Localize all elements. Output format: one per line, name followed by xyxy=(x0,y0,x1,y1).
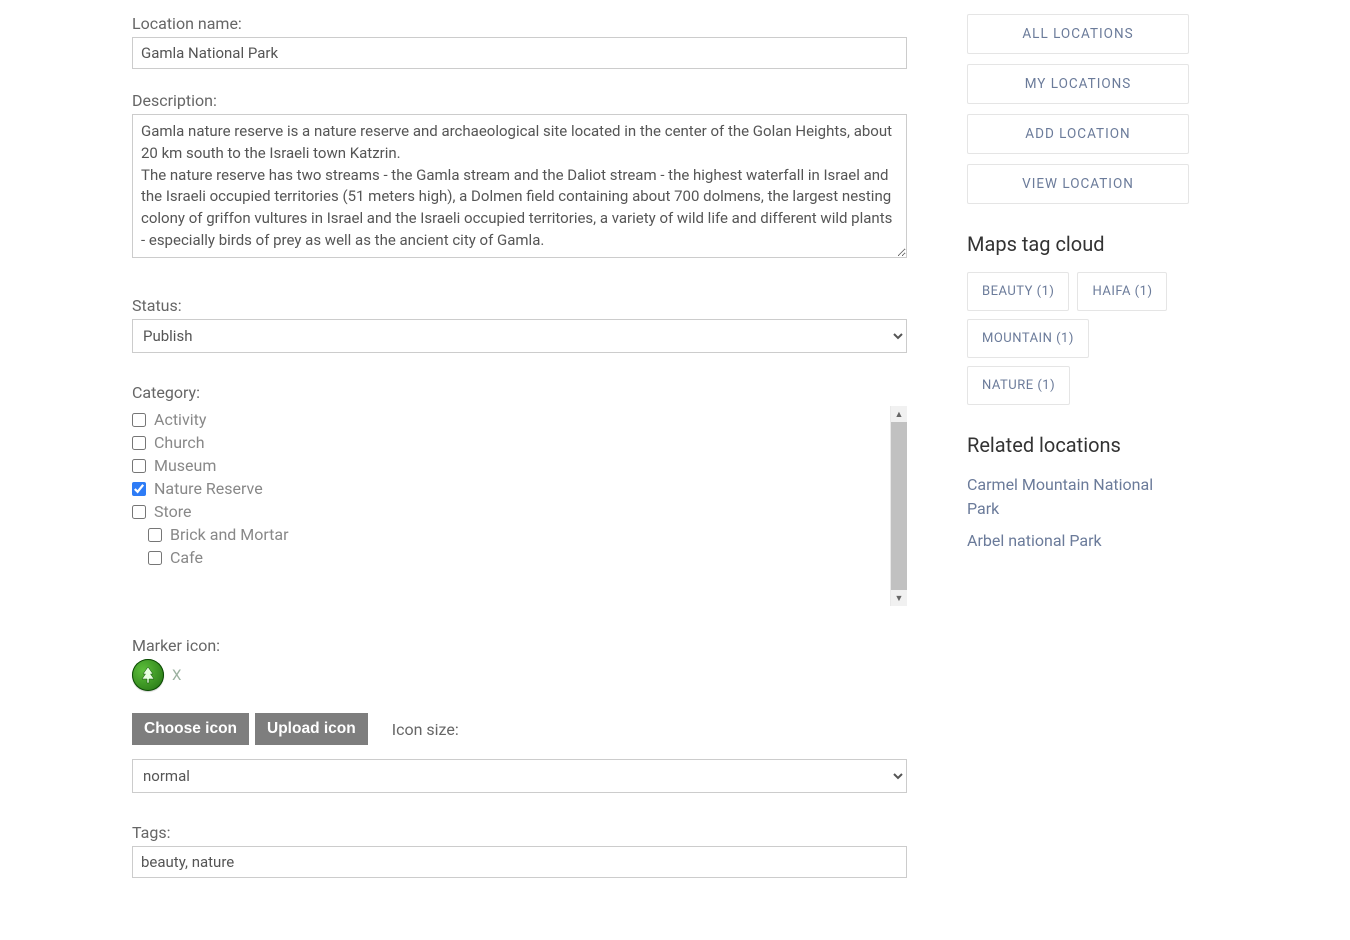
category-item[interactable]: Brick and Mortar xyxy=(132,523,907,546)
category-checkbox[interactable] xyxy=(148,551,162,565)
category-label: Category: xyxy=(132,383,907,402)
related-location-link[interactable]: Arbel national Park xyxy=(967,529,1189,553)
tree-marker-icon[interactable] xyxy=(132,659,164,691)
related-location-link[interactable]: Carmel Mountain National Park xyxy=(967,473,1189,521)
location-name-label: Location name: xyxy=(132,14,907,33)
tag-chip[interactable]: HAIFA (1) xyxy=(1077,272,1167,311)
icon-size-select[interactable]: normal xyxy=(132,759,907,793)
category-item[interactable]: Church xyxy=(132,431,907,454)
scroll-down-arrow-icon[interactable]: ▼ xyxy=(891,590,907,606)
sidebar-nav-button[interactable]: ALL LOCATIONS xyxy=(967,14,1189,54)
status-select[interactable]: Publish xyxy=(132,319,907,353)
status-label: Status: xyxy=(132,296,907,315)
category-checkbox[interactable] xyxy=(148,528,162,542)
category-checkbox[interactable] xyxy=(132,505,146,519)
category-item-label: Brick and Mortar xyxy=(170,525,289,544)
category-list-container: Activity Church Museum Nature Reserve Store B… xyxy=(132,406,907,606)
scroll-thumb[interactable] xyxy=(891,422,907,590)
description-textarea[interactable]: Gamla nature reserve is a nature reserve… xyxy=(132,114,907,258)
category-item[interactable]: Activity xyxy=(132,408,907,431)
related-heading: Related locations xyxy=(967,433,1189,457)
sidebar-nav-button[interactable]: VIEW LOCATION xyxy=(967,164,1189,204)
category-checkbox[interactable] xyxy=(132,436,146,450)
category-item[interactable]: Nature Reserve xyxy=(132,477,907,500)
tag-chip[interactable]: BEAUTY (1) xyxy=(967,272,1069,311)
category-checkbox[interactable] xyxy=(132,413,146,427)
category-item-label: Church xyxy=(154,433,205,452)
tags-label: Tags: xyxy=(132,823,907,842)
category-item-label: Activity xyxy=(154,410,206,429)
tags-input[interactable] xyxy=(132,846,907,878)
category-checkbox[interactable] xyxy=(132,482,146,496)
sidebar-nav-button[interactable]: MY LOCATIONS xyxy=(967,64,1189,104)
remove-marker-button[interactable]: X xyxy=(172,666,181,684)
category-item-label: Nature Reserve xyxy=(154,479,263,498)
category-item-label: Museum xyxy=(154,456,216,475)
upload-icon-button[interactable]: Upload icon xyxy=(255,713,368,745)
scroll-up-arrow-icon[interactable]: ▲ xyxy=(891,406,907,422)
icon-size-label: Icon size: xyxy=(392,720,459,739)
tag-cloud-heading: Maps tag cloud xyxy=(967,232,1189,256)
marker-icon-label: Marker icon: xyxy=(132,636,907,655)
sidebar-nav-button[interactable]: ADD LOCATION xyxy=(967,114,1189,154)
tag-chip[interactable]: NATURE (1) xyxy=(967,366,1070,405)
description-label: Description: xyxy=(132,91,907,110)
category-scrollbar[interactable]: ▲ ▼ xyxy=(890,406,907,606)
category-item-label: Cafe xyxy=(170,548,203,567)
tag-chip[interactable]: MOUNTAIN (1) xyxy=(967,319,1089,358)
category-item[interactable]: Cafe xyxy=(132,546,907,569)
category-item[interactable]: Museum xyxy=(132,454,907,477)
location-name-input[interactable] xyxy=(132,37,907,69)
category-checkbox[interactable] xyxy=(132,459,146,473)
choose-icon-button[interactable]: Choose icon xyxy=(132,713,249,745)
category-item-label: Store xyxy=(154,502,191,521)
category-item[interactable]: Store xyxy=(132,500,907,523)
